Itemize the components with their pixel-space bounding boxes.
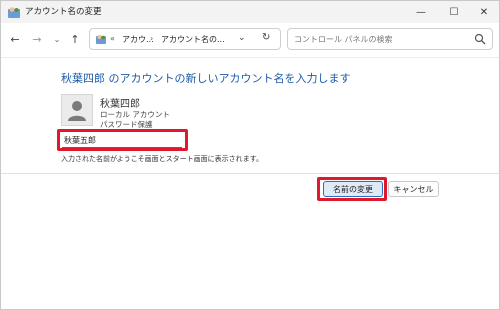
user-avatar-icon [61,94,93,126]
forward-button[interactable]: → [27,29,47,49]
breadcrumb-separator[interactable]: › [150,34,153,43]
up-button[interactable]: ↑ [65,29,85,49]
content-separator [1,173,499,174]
navigation-bar: ← → ⌄ ↑ « アカウ... › アカウント名の... ⌄ ↻ コントロール… [1,23,499,55]
address-dropdown-icon[interactable]: ⌄ [238,33,246,43]
title-bar: アカウント名の変更 — ☐ ✕ [1,1,499,23]
close-button[interactable]: ✕ [469,1,499,23]
recent-locations-button[interactable]: ⌄ [47,29,67,49]
account-name: 秋葉四郎 [100,99,140,110]
minimize-button[interactable]: — [406,1,436,23]
overflow-chevron[interactable]: « [110,34,115,43]
address-bar[interactable]: « アカウ... › アカウント名の... ⌄ ↻ [89,28,281,50]
user-accounts-icon [96,35,106,44]
new-account-name-input[interactable] [62,134,182,148]
search-box[interactable]: コントロール パネルの検索 [287,28,493,50]
user-silhouette-icon [68,101,86,121]
breadcrumb-user-accounts[interactable]: アカウ... [122,34,154,45]
search-icon [474,33,486,45]
breadcrumb-rename-account[interactable]: アカウント名の... [161,34,225,45]
maximize-button[interactable]: ☐ [439,1,469,23]
window-title: アカウント名の変更 [25,7,102,17]
input-note: 入力された名前がようこそ画面とスタート画面に表示されます。 [61,155,263,163]
account-password-status: パスワード保護 [100,120,153,129]
search-placeholder: コントロール パネルの検索 [294,35,393,44]
cancel-button[interactable]: キャンセル [388,181,439,197]
page-heading: 秋葉四郎 のアカウントの新しいアカウント名を入力します [61,72,351,85]
user-accounts-icon [8,7,20,18]
back-button[interactable]: ← [5,29,25,49]
nav-divider [1,57,499,58]
rename-account-window: アカウント名の変更 — ☐ ✕ ← → ⌄ ↑ « アカウ... › アカウント… [0,0,500,310]
refresh-icon[interactable]: ↻ [262,32,270,43]
rename-button[interactable]: 名前の変更 [323,181,383,197]
